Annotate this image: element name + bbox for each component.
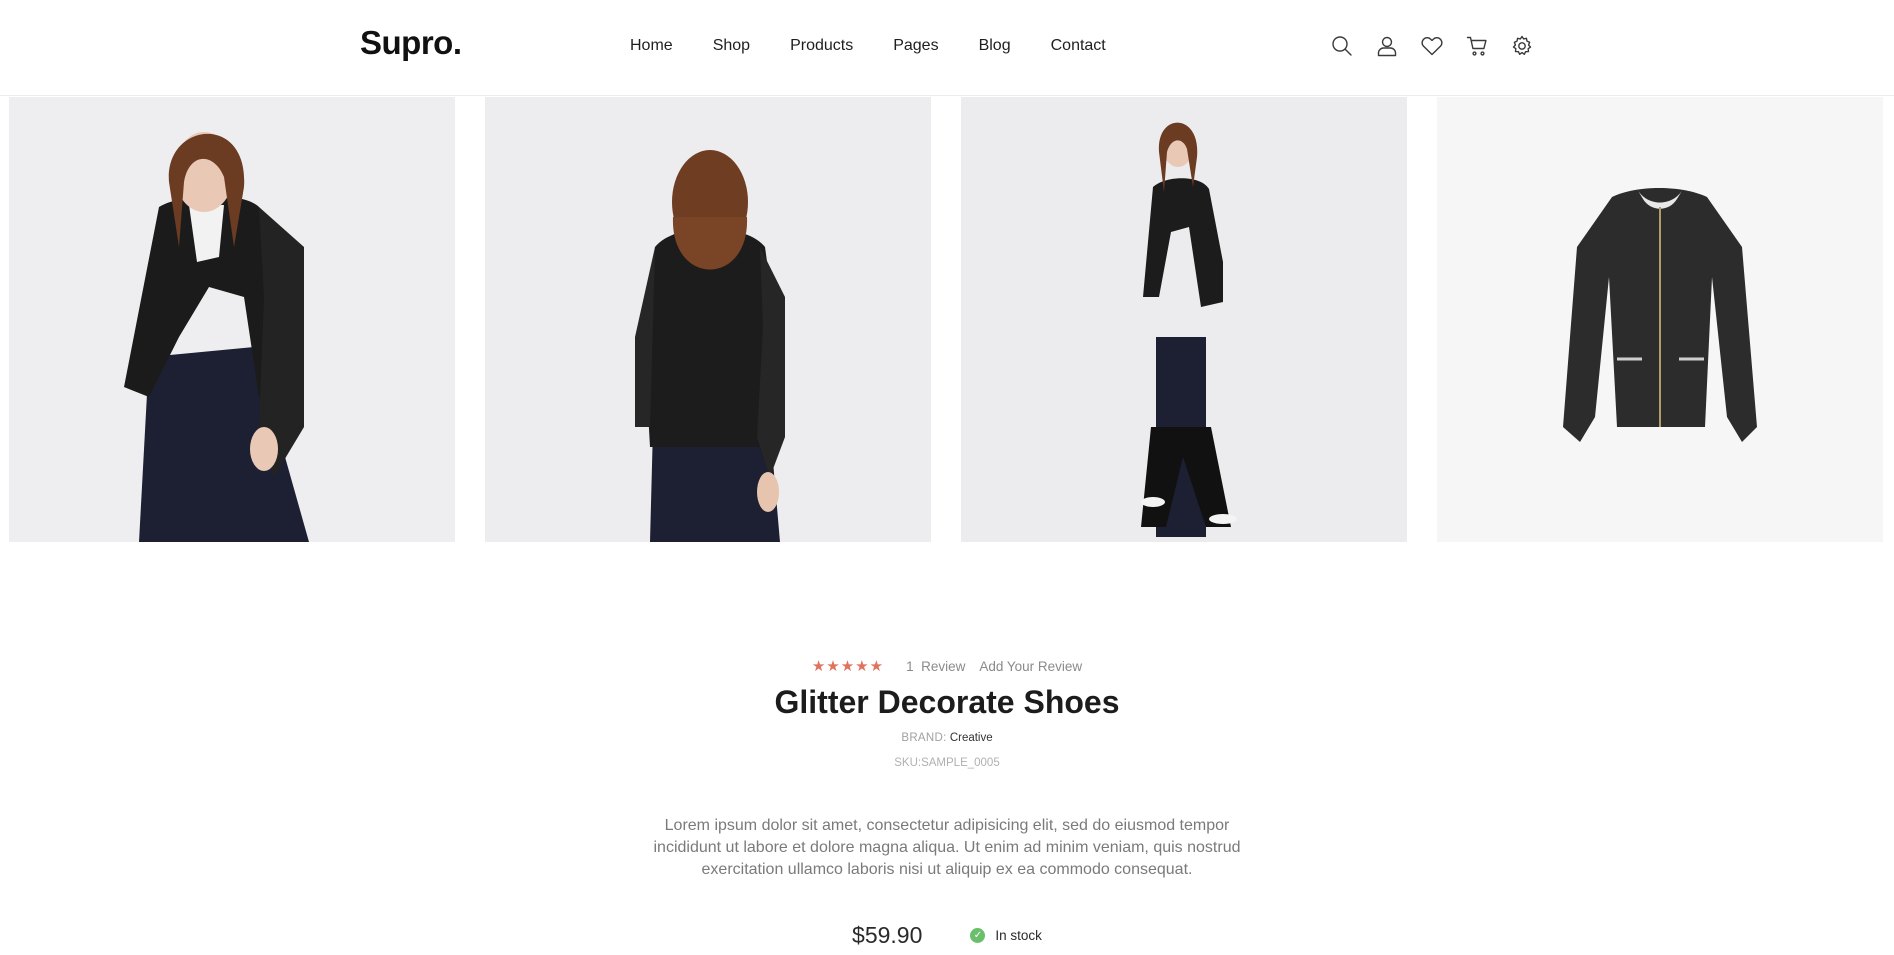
check-icon: ✓ bbox=[970, 928, 986, 943]
site-header: Supro. Home Shop Products Pages Blog Con… bbox=[0, 0, 1894, 96]
nav-home[interactable]: Home bbox=[630, 37, 673, 55]
nav-pages[interactable]: Pages bbox=[893, 37, 938, 55]
product-brand: BRAND: Creative bbox=[0, 732, 1894, 744]
review-label: Review bbox=[921, 658, 966, 674]
search-icon[interactable] bbox=[1330, 34, 1354, 58]
nav-blog[interactable]: Blog bbox=[979, 37, 1011, 55]
review-count-number: 1 bbox=[906, 658, 914, 674]
gallery-image-1[interactable] bbox=[9, 97, 455, 542]
rating-stars: ★★★★★ bbox=[811, 658, 885, 675]
stock-label: In stock bbox=[995, 928, 1042, 943]
nav-contact[interactable]: Contact bbox=[1051, 37, 1106, 55]
nav-products[interactable]: Products bbox=[790, 37, 853, 55]
gallery-image-4[interactable] bbox=[1437, 97, 1883, 542]
product-gallery bbox=[9, 97, 1885, 542]
header-actions bbox=[1330, 34, 1555, 58]
product-price: $59.90 bbox=[852, 922, 923, 948]
add-review-link[interactable]: Add Your Review bbox=[979, 659, 1082, 674]
product-description: Lorem ipsum dolor sit amet, consectetur … bbox=[653, 817, 1241, 878]
settings-icon[interactable] bbox=[1510, 34, 1534, 58]
product-title: Glitter Decorate Shoes bbox=[774, 684, 1120, 720]
site-logo[interactable]: Supro. bbox=[360, 24, 462, 62]
model-full-body-image bbox=[961, 97, 1407, 542]
nav-shop[interactable]: Shop bbox=[713, 37, 750, 55]
model-back-image bbox=[485, 97, 931, 542]
brand-label: BRAND: bbox=[901, 732, 947, 744]
cart-icon[interactable] bbox=[1465, 34, 1489, 58]
main-nav: Home Shop Products Pages Blog Contact bbox=[630, 37, 1146, 55]
price-row: $59.90 ✓ In stock bbox=[0, 922, 1894, 949]
product-sku: SKU:SAMPLE_0005 bbox=[894, 757, 1000, 769]
heart-icon[interactable] bbox=[1420, 34, 1444, 58]
rating-row: ★★★★★ 1 Review Add Your Review bbox=[0, 657, 1894, 675]
review-count[interactable]: 1 Review bbox=[906, 659, 965, 674]
model-front-image bbox=[9, 97, 455, 542]
gallery-image-2[interactable] bbox=[485, 97, 931, 542]
user-icon[interactable] bbox=[1375, 34, 1399, 58]
gallery-image-3[interactable] bbox=[961, 97, 1407, 542]
brand-value[interactable]: Creative bbox=[950, 732, 993, 744]
stock-status: ✓ In stock bbox=[970, 928, 1042, 943]
jacket-product-image bbox=[1437, 97, 1883, 542]
